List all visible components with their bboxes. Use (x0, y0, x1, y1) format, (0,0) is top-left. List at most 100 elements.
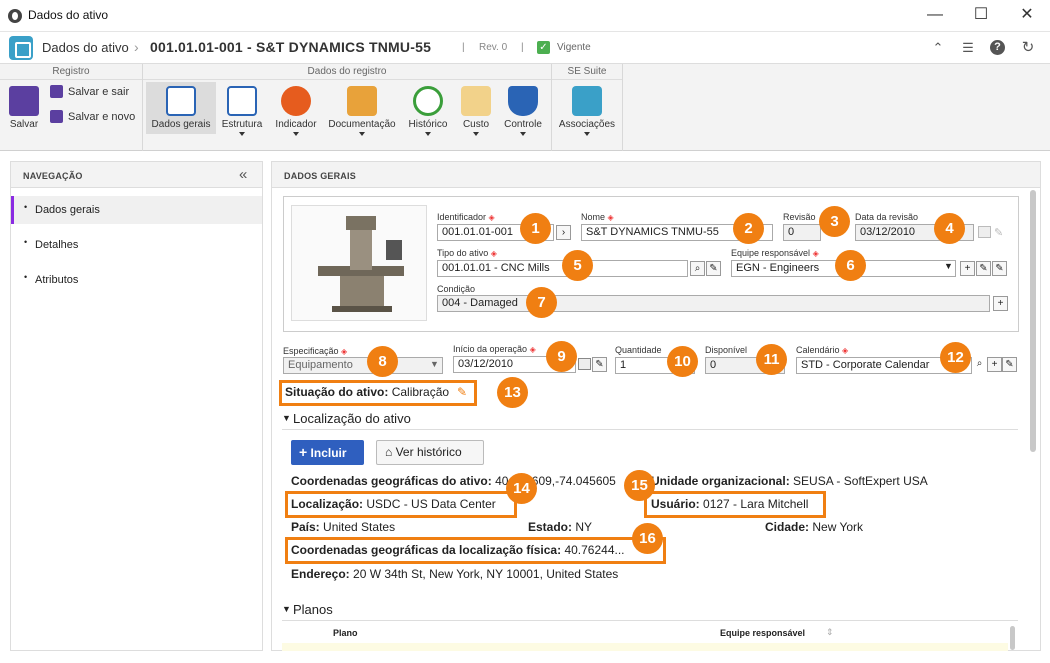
condicao-field: 004 - Damaged (437, 295, 990, 312)
main-title: DADOS GERAIS (272, 162, 1040, 188)
chevron-down-icon (425, 132, 431, 136)
minimize-button[interactable]: — (912, 0, 958, 32)
milling-machine-image (318, 216, 404, 312)
ribbon-controle-button[interactable]: Controle (500, 86, 546, 136)
collapse-down-icon[interactable]: ▼ (282, 604, 291, 614)
incluir-button[interactable]: + Incluir (291, 440, 364, 465)
ribbon-group-se-suite: SE Suite (552, 66, 622, 80)
floppy-disk-icon (9, 86, 39, 116)
identificador-label: Identificador ◈ (437, 212, 495, 222)
ribbon-historico-button[interactable]: Histórico (405, 86, 451, 136)
quantidade-label: Quantidade (615, 345, 662, 355)
callout-badge: 11 (756, 344, 787, 375)
save-exit-button[interactable]: Salvar e sair (50, 85, 140, 101)
planos-section-title[interactable]: Planos (293, 602, 333, 617)
clear-icon[interactable]: ✎ (592, 357, 607, 372)
shield-icon (508, 86, 538, 116)
tipo-label: Tipo do ativo ◈ (437, 248, 497, 258)
maximize-button[interactable]: ☐ (958, 0, 1004, 32)
save-button[interactable]: Salvar (4, 86, 44, 130)
estado-row: Estado: NY (528, 520, 593, 534)
callout-badge: 15 (624, 470, 655, 501)
pais-row: País: United States (291, 520, 396, 534)
revisao-field: 0 (783, 224, 821, 241)
ribbon-estrutura-button[interactable]: Estrutura (219, 86, 265, 136)
collapse-down-icon[interactable]: ▼ (282, 413, 291, 423)
callout-badge: 16 (632, 523, 663, 554)
localizacao-section-title[interactable]: Localização do ativo (293, 411, 411, 426)
scrollbar[interactable] (1010, 626, 1015, 650)
pipe-separator: | (462, 42, 465, 53)
list-icon[interactable]: ☰ (960, 40, 976, 56)
divider (282, 620, 1018, 621)
ribbon-dados-gerais-button[interactable]: Dados gerais (146, 82, 216, 134)
save-new-button[interactable]: Salvar e novo (50, 110, 140, 126)
chevron-down-icon (293, 132, 299, 136)
nav-item-detalhes[interactable]: Detalhes (11, 231, 262, 259)
gauge-icon (281, 86, 311, 116)
data-revisao-label: Data da revisão (855, 212, 919, 222)
disponivel-label: Disponível (705, 345, 748, 355)
nav-item-atributos[interactable]: Atributos (11, 266, 262, 294)
edit-icon[interactable]: ✎ (976, 261, 991, 276)
navigation-panel: NAVEGAÇÃO « Dados gerais Detalhes Atribu… (10, 161, 263, 651)
equipe-label: Equipe responsável ◈ (731, 248, 819, 258)
check-icon: ✓ (537, 41, 550, 54)
chevron-down-icon (359, 132, 365, 136)
callout-badge: 8 (367, 346, 398, 377)
revision-label: Rev. 0 (479, 42, 508, 53)
ribbon-divider (622, 64, 623, 151)
chevron-down-icon[interactable]: ▼ (430, 359, 439, 369)
hierarchy-icon (227, 86, 257, 116)
pencil-icon[interactable]: ✎ (457, 385, 467, 399)
divider (282, 429, 1018, 430)
ribbon-indicador-button[interactable]: Indicador (272, 86, 320, 136)
nav-item-dados-gerais[interactable]: Dados gerais (11, 196, 262, 224)
calendar-icon[interactable] (578, 358, 591, 370)
callout-badge: 2 (733, 213, 764, 244)
arrow-right-icon[interactable]: › (556, 225, 571, 240)
save-exit-icon (50, 85, 63, 98)
ver-historico-button[interactable]: ⌂ Ver histórico (376, 440, 484, 465)
required-icon: ◈ (488, 213, 495, 222)
add-icon[interactable]: + (960, 261, 975, 276)
app-globe-icon (8, 9, 22, 23)
col-equipe-header[interactable]: Equipe responsável (720, 628, 805, 638)
nome-label: Nome ◈ (581, 212, 614, 222)
unidade-row: Unidade organizacional: SEUSA - SoftExpe… (651, 474, 928, 488)
callout-badge: 5 (562, 250, 593, 281)
ribbon-documentacao-button[interactable]: Documentação (327, 86, 397, 136)
sort-icon[interactable]: ⇕ (826, 627, 834, 638)
eraser-icon: ✎ (994, 227, 1004, 239)
refresh-icon[interactable]: ↻ (1020, 40, 1036, 56)
ribbon-custo-button[interactable]: Custo (456, 86, 496, 136)
collapse-left-icon[interactable]: « (239, 166, 247, 183)
collapse-up-icon[interactable]: ⌃ (930, 40, 946, 56)
add-icon[interactable]: + (987, 357, 1002, 372)
window-title: Dados do ativo (28, 8, 109, 22)
add-icon[interactable]: + (993, 296, 1008, 311)
clear-icon[interactable]: ✎ (1002, 357, 1017, 372)
calendario-label: Calendário ◈ (796, 345, 849, 355)
table-row[interactable] (282, 643, 1008, 651)
localizacao-row: Localização: USDC - US Data Center (291, 497, 496, 511)
inicio-label: Início da operação ◈ (453, 344, 536, 354)
especificacao-select[interactable]: Equipamento (283, 357, 443, 374)
situacao-row: Situação do ativo: Calibração (285, 385, 450, 399)
search-icon[interactable]: ⌕ (972, 357, 987, 372)
col-plano-header[interactable]: Plano (333, 628, 358, 638)
plus-icon: + (299, 444, 308, 460)
scrollbar[interactable] (1030, 190, 1036, 452)
callout-badge: 14 (506, 473, 537, 504)
close-button[interactable]: ✕ (1004, 0, 1050, 32)
search-icon[interactable]: ⌕ (690, 261, 705, 276)
save-new-icon (50, 110, 63, 123)
ribbon-divider (142, 64, 143, 151)
ribbon-associacoes-button[interactable]: Associações (555, 86, 619, 136)
chevron-down-icon[interactable]: ▼ (944, 261, 953, 271)
clear-icon[interactable]: ✎ (992, 261, 1007, 276)
help-icon[interactable]: ? (990, 40, 1005, 55)
revisao-label: Revisão (783, 212, 816, 222)
clear-icon[interactable]: ✎ (706, 261, 721, 276)
condicao-label: Condição (437, 284, 476, 294)
